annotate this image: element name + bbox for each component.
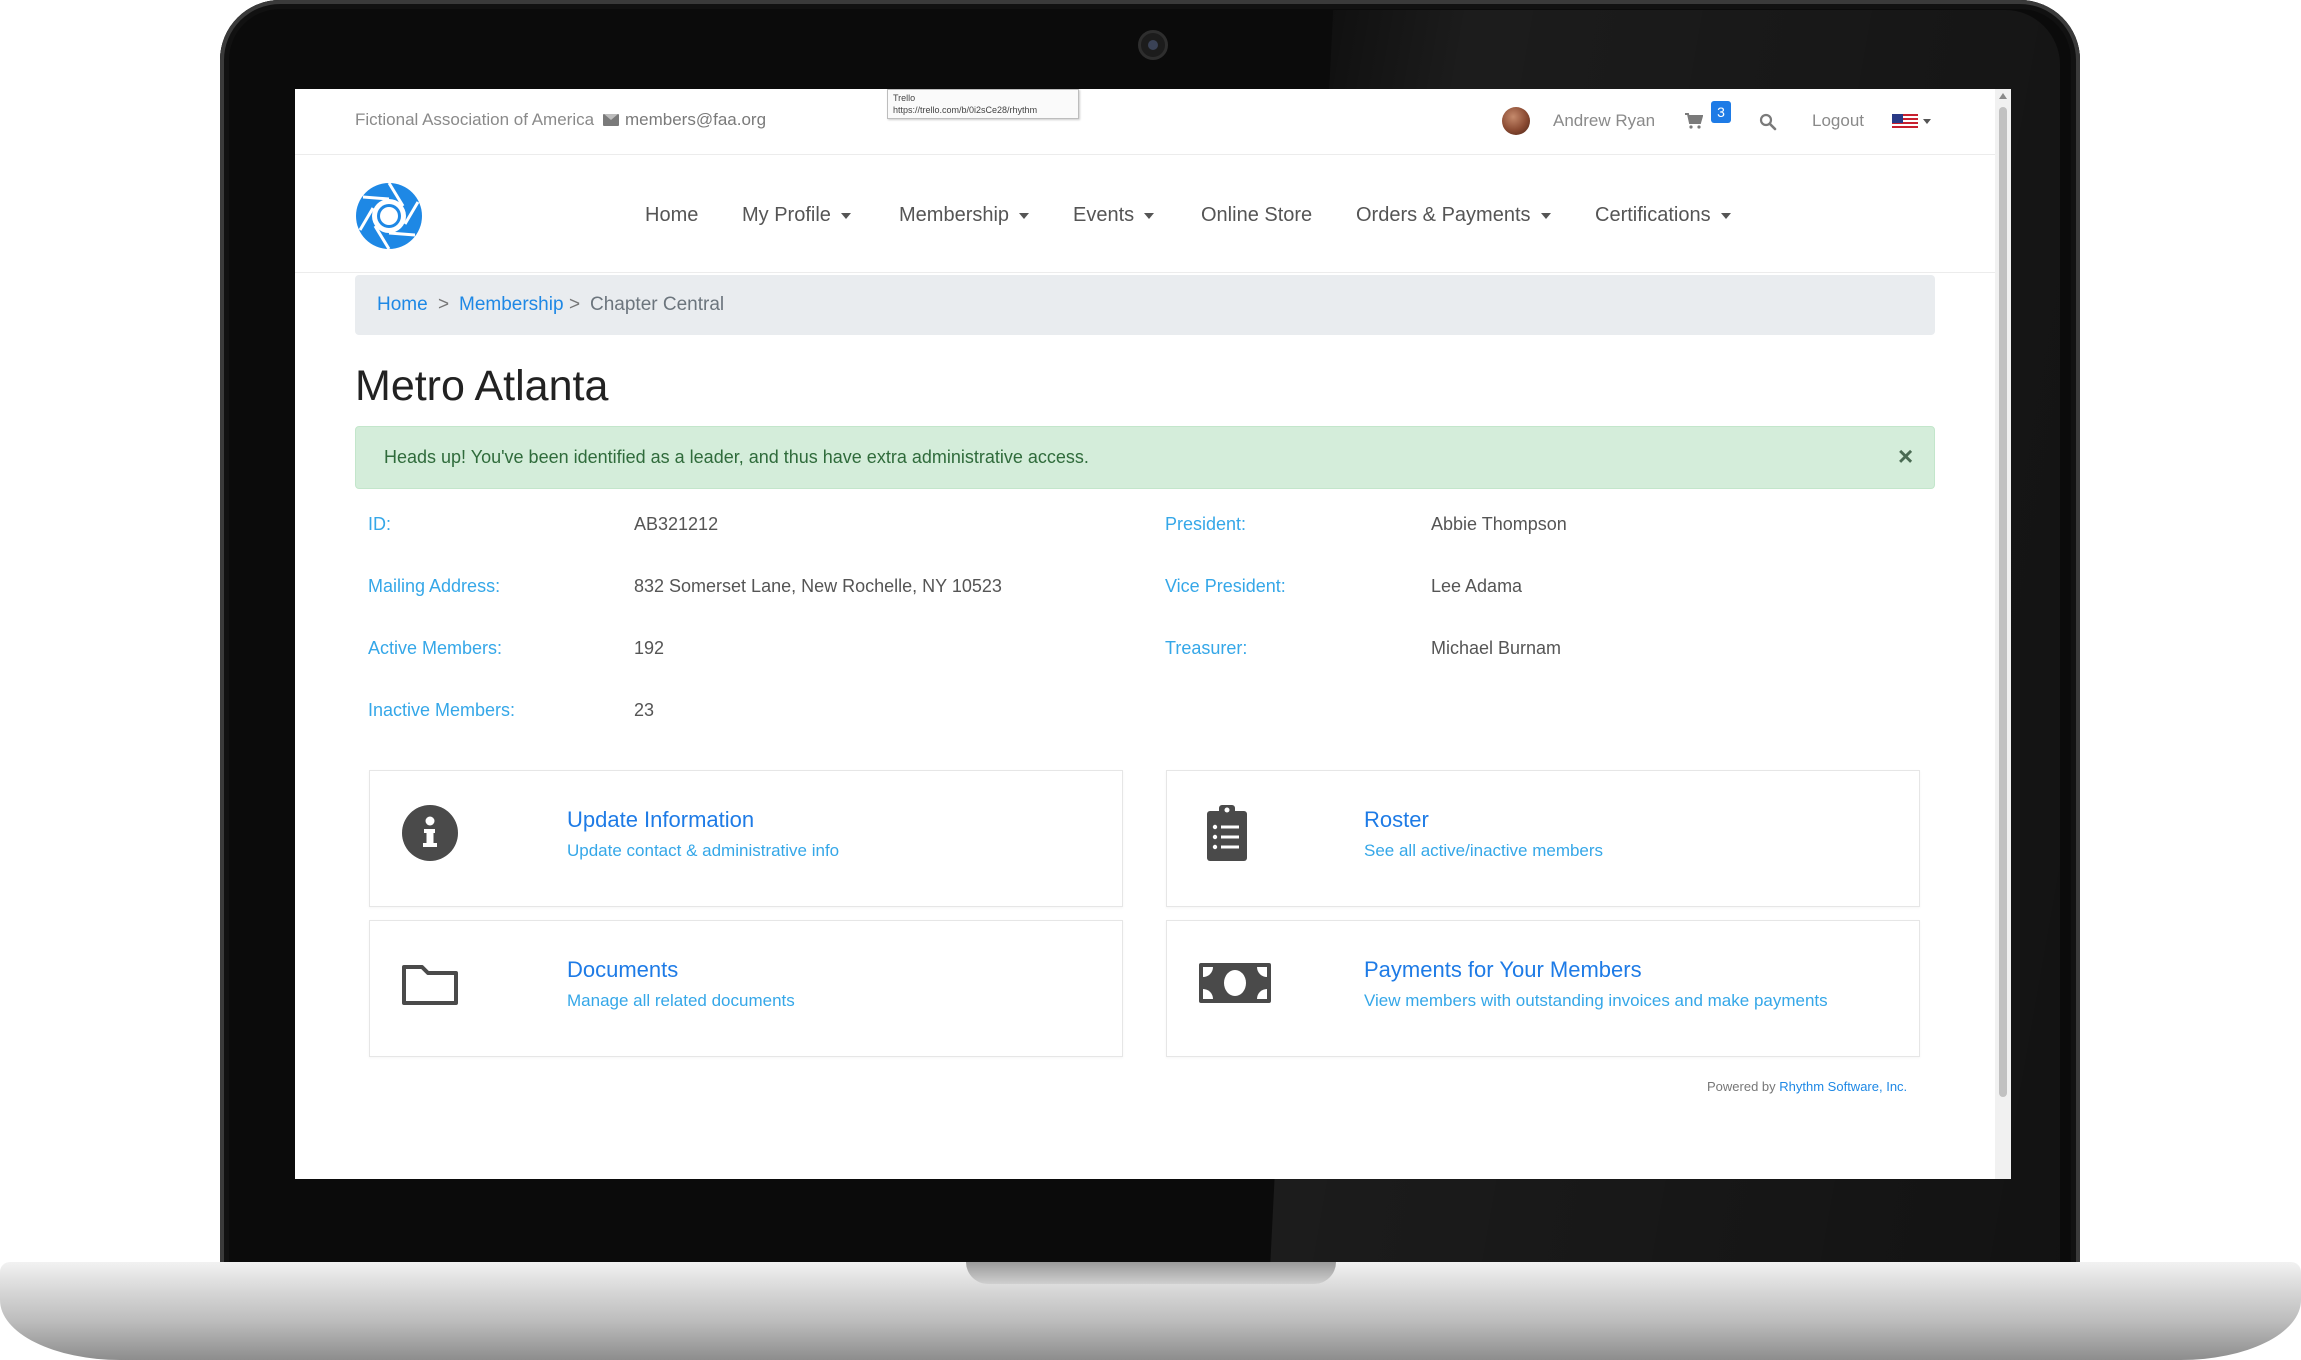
inactive-members-value: 23 (634, 700, 655, 720)
vice-president-label: Vice President: (1165, 576, 1286, 596)
scrollbar-thumb[interactable] (1999, 107, 2007, 1097)
nav-home[interactable]: Home (645, 204, 698, 227)
caret-down-icon (1720, 212, 1731, 219)
nav-certifications-label: Certifications (1595, 204, 1711, 226)
active-members-label: Active Members: (368, 638, 503, 658)
caret-down-icon (1144, 212, 1155, 219)
mailing-address-value: 832 Somerset Lane, New Rochelle, NY 1052… (634, 576, 1002, 596)
treasurer-value: Michael Burnam (1431, 638, 1562, 658)
nav-membership[interactable]: Membership (899, 204, 1030, 227)
powered-by-prefix: Powered by (1707, 1079, 1776, 1094)
alert-message: Heads up! You've been identified as a le… (384, 447, 1089, 467)
nav-online-store[interactable]: Online Store (1201, 204, 1312, 227)
nav-orders-payments[interactable]: Orders & Payments (1356, 204, 1551, 227)
inactive-members-label: Inactive Members: (368, 700, 516, 720)
close-icon[interactable]: × (1898, 441, 1913, 471)
search-icon[interactable] (1759, 113, 1777, 131)
nav-events[interactable]: Events (1073, 204, 1155, 227)
nav-events-label: Events (1073, 204, 1135, 226)
logout-link[interactable]: Logout (1812, 111, 1864, 131)
president-value: Abbie Thompson (1431, 514, 1567, 534)
nav-certifications[interactable]: Certifications (1595, 204, 1731, 227)
card-title[interactable]: Roster (1364, 807, 1429, 833)
documents-card[interactable]: Documents Manage all related documents (369, 920, 1123, 1057)
breadcrumb-separator: > (438, 294, 450, 315)
language-caret-icon[interactable] (1923, 119, 1931, 124)
powered-by-link[interactable]: Rhythm Software, Inc. (1779, 1079, 1907, 1094)
money-bill-icon (1199, 963, 1271, 1003)
payments-card[interactable]: Payments for Your Members View members w… (1166, 920, 1920, 1057)
top-bar: Fictional Association of America members… (295, 89, 1995, 155)
scroll-up-arrow-icon[interactable] (1999, 93, 2007, 99)
leader-alert: Heads up! You've been identified as a le… (355, 426, 1935, 489)
info-circle-icon (402, 805, 458, 861)
envelope-icon (603, 114, 619, 126)
clipboard-list-icon (1207, 805, 1247, 861)
nav-my-profile-label: My Profile (742, 204, 831, 226)
vertical-scrollbar[interactable] (1995, 89, 2011, 1179)
user-name[interactable]: Andrew Ryan (1553, 111, 1655, 131)
roster-card[interactable]: Roster See all active/inactive members (1166, 770, 1920, 907)
president-label: President: (1165, 514, 1247, 534)
caret-down-icon (1540, 212, 1551, 219)
card-title[interactable]: Update Information (567, 807, 754, 833)
caret-down-icon (1019, 212, 1030, 219)
breadcrumb-home[interactable]: Home (377, 294, 428, 316)
caret-down-icon (840, 212, 851, 219)
webcam (1138, 30, 1168, 60)
card-subtitle[interactable]: Manage all related documents (567, 991, 795, 1011)
nav-my-profile[interactable]: My Profile (742, 204, 851, 227)
main-navbar: Home My Profile Membership Events Online… (295, 154, 1995, 273)
shopping-cart-icon[interactable] (1685, 113, 1703, 129)
nav-orders-payments-label: Orders & Payments (1356, 204, 1531, 226)
mailing-address-label: Mailing Address: (368, 576, 501, 596)
org-name: Fictional Association of America (355, 110, 595, 129)
aperture-logo[interactable] (353, 180, 425, 252)
vice-president-value: Lee Adama (1431, 576, 1523, 596)
cart-count-badge[interactable]: 3 (1711, 101, 1731, 123)
link-tooltip: Trello https://trello.com/b/0i2sCe28/rhy… (887, 89, 1079, 119)
card-title[interactable]: Documents (567, 957, 678, 983)
id-value: AB321212 (634, 514, 719, 534)
update-information-card[interactable]: Update Information Update contact & admi… (369, 770, 1123, 907)
folder-icon (402, 965, 458, 1005)
org-email-link[interactable]: members@faa.org (625, 110, 766, 130)
breadcrumb-current: Chapter Central (590, 294, 725, 315)
treasurer-label: Treasurer: (1165, 638, 1248, 658)
us-flag-icon[interactable] (1892, 114, 1918, 130)
card-title[interactable]: Payments for Your Members (1364, 957, 1642, 983)
breadcrumb-separator: > (569, 294, 581, 315)
breadcrumb-membership[interactable]: Membership (459, 294, 564, 316)
page-title: Metro Atlanta (355, 362, 609, 410)
card-subtitle[interactable]: See all active/inactive members (1364, 841, 1603, 861)
avatar[interactable] (1502, 107, 1530, 135)
tooltip-url: https://trello.com/b/0i2sCe28/rhythm (893, 105, 1038, 115)
laptop-notch (966, 1262, 1336, 1284)
breadcrumb: Home > Membership > Chapter Central (355, 275, 1935, 335)
nav-membership-label: Membership (899, 204, 1010, 226)
card-subtitle[interactable]: View members with outstanding invoices a… (1364, 991, 1828, 1011)
card-subtitle[interactable]: Update contact & administrative info (567, 841, 839, 861)
screen: Fictional Association of America members… (295, 89, 2011, 1179)
tooltip-title: Trello (893, 93, 916, 103)
id-label: ID: (368, 514, 392, 534)
active-members-value: 192 (634, 638, 665, 658)
powered-by: Powered by Rhythm Software, Inc. (1707, 1079, 1907, 1094)
